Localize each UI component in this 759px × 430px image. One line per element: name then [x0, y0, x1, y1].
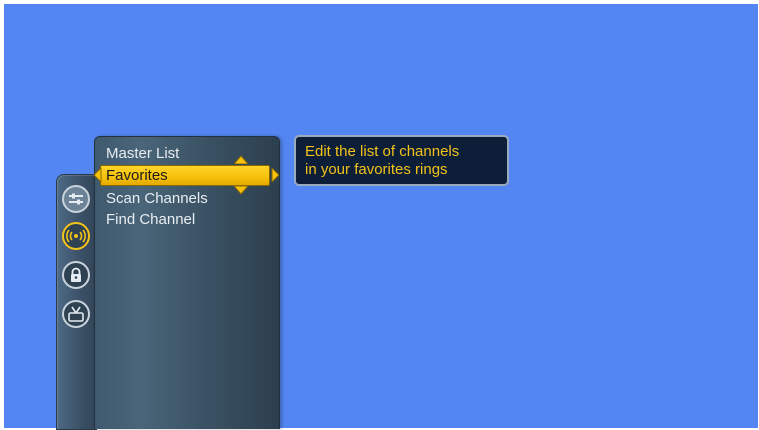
antenna-tv-icon[interactable] [62, 300, 90, 328]
category-rail [56, 174, 97, 430]
menu-item-master-list[interactable]: Master List [106, 143, 179, 164]
tv-guide-screen: Master List Favorites Scan Channels Find… [0, 0, 759, 430]
menu-item-scan-channels[interactable]: Scan Channels [106, 188, 208, 209]
menu-item-find-channel[interactable]: Find Channel [106, 209, 195, 230]
lock-icon[interactable] [62, 261, 90, 289]
help-tooltip: Edit the list of channels in your favori… [294, 135, 509, 186]
broadcast-icon[interactable] [62, 222, 90, 250]
down-arrow-icon[interactable] [234, 186, 248, 195]
tooltip-line-2: in your favorites rings [305, 161, 448, 178]
settings-sliders-icon[interactable] [62, 185, 90, 213]
right-arrow-icon[interactable] [271, 168, 279, 182]
up-arrow-icon[interactable] [234, 155, 248, 164]
menu-item-favorites-label: Favorites [106, 167, 168, 184]
left-arrow-icon[interactable] [94, 168, 102, 182]
tooltip-line-1: Edit the list of channels [305, 143, 460, 160]
